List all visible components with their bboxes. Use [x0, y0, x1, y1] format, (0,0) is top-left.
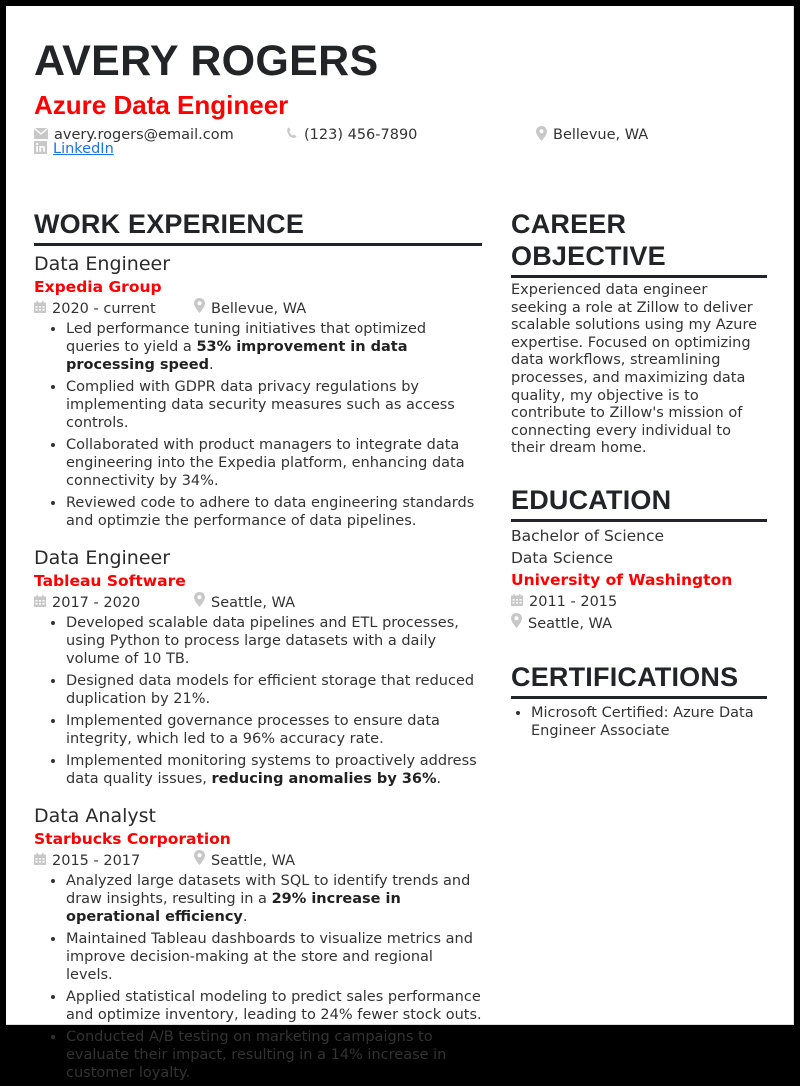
job-entry: Data Engineer Tableau Software 2017 - 20… — [34, 546, 482, 788]
calendar-icon — [511, 591, 523, 613]
right-column: CAREER OBJECTIVE Experienced data engine… — [511, 208, 767, 744]
map-pin-icon — [536, 125, 547, 145]
contact-row: avery.rogers@email.com (123) 456-7890 Be… — [33, 124, 774, 146]
education-field: Data Science — [511, 548, 614, 567]
linkedin-link[interactable]: LinkedIn — [53, 141, 114, 157]
linkedin-icon — [34, 140, 47, 158]
bullet-text-end: . — [208, 357, 214, 373]
bullet-item: Implemented monitoring systems to proact… — [66, 752, 482, 788]
job-title: Data Engineer — [34, 253, 171, 275]
job-title: Data Engineer — [34, 547, 171, 569]
section-title-education: EDUCATION — [511, 484, 672, 515]
bullet-item: Reviewed code to adhere to data engineer… — [66, 494, 482, 530]
contact-phone: (123) 456-7890 — [286, 127, 417, 144]
candidate-headline: Azure Data Engineer — [34, 90, 289, 120]
calendar-icon — [34, 850, 46, 872]
bullet-text: Developed scalable data pipelines and ET… — [66, 615, 459, 667]
bullet-item: Developed scalable data pipelines and ET… — [66, 614, 482, 668]
education-entry: Bachelor of Science Data Science Univers… — [511, 525, 767, 635]
job-location: Seattle, WA — [194, 592, 295, 614]
section-divider — [511, 695, 767, 699]
job-location: Bellevue, WA — [194, 298, 306, 320]
bullet-text: Reviewed code to adhere to data engineer… — [66, 495, 475, 529]
candidate-name: AVERY ROGERS — [34, 37, 379, 85]
bullet-item: Designed data models for efficient stora… — [66, 672, 482, 708]
bullet-text: Analyzed large datasets with SQL to iden… — [66, 873, 471, 907]
location-text: Bellevue, WA — [553, 127, 649, 143]
bullet-text: Maintained Tableau dashboards to visuali… — [66, 931, 473, 983]
job-location-text: Bellevue, WA — [211, 301, 307, 317]
bullet-text: Collaborated with product managers to in… — [66, 437, 465, 489]
calendar-icon — [34, 592, 46, 614]
map-pin-icon — [194, 298, 205, 320]
bullet-text-end: . — [436, 771, 442, 787]
bullet-text-end: . — [242, 909, 248, 925]
job-bullets: Developed scalable data pipelines and ET… — [34, 614, 482, 788]
section-title-certifications: CERTIFICATIONS — [511, 661, 739, 692]
bullet-item: Led performance tuning initiatives that … — [66, 320, 482, 374]
section-divider — [511, 275, 767, 278]
section-title-line: OBJECTIVE — [511, 241, 666, 271]
bullet-item: Complied with GDPR data privacy regulati… — [66, 378, 482, 432]
section-divider — [511, 518, 767, 522]
contact-location: Bellevue, WA — [536, 125, 649, 145]
job-location-text: Seattle, WA — [211, 853, 296, 869]
job-meta: 2017 - 2020 Seattle, WA — [34, 592, 482, 614]
certification-list: Microsoft Certified: Azure Data Engineer… — [511, 704, 767, 740]
section-title-career-objective: CAREER OBJECTIVE — [511, 208, 767, 272]
job-dates: 2015 - 2017 — [34, 850, 194, 872]
education-school: University of Washington — [511, 570, 733, 589]
education-dates: 2011 - 2015 — [511, 591, 767, 613]
job-location: Seattle, WA — [194, 850, 295, 872]
job-bullets: Analyzed large datasets with SQL to iden… — [34, 872, 482, 1082]
job-entry: Data Engineer Expedia Group 2020 - curre… — [34, 252, 482, 530]
job-dates-text: 2017 - 2020 — [52, 595, 141, 611]
section-title-line: CAREER — [511, 209, 627, 239]
job-meta: 2015 - 2017 Seattle, WA — [34, 850, 482, 872]
job-title: Data Analyst — [34, 805, 156, 827]
company-name: Tableau Software — [34, 572, 186, 590]
bullet-text: Designed data models for efficient stora… — [66, 673, 475, 707]
left-column: WORK EXPERIENCE Data Engineer Expedia Gr… — [34, 208, 482, 1086]
bullet-item: Applied statistical modeling to predict … — [66, 988, 482, 1024]
calendar-icon — [34, 298, 46, 320]
contact-linkedin: LinkedIn — [34, 140, 114, 158]
job-dates-text: 2015 - 2017 — [52, 853, 141, 869]
education-degree: Bachelor of Science — [511, 526, 665, 545]
bullet-item: Maintained Tableau dashboards to visuali… — [66, 930, 482, 984]
bullet-highlight: reducing anomalies by 36% — [211, 771, 437, 787]
map-pin-icon — [194, 592, 205, 614]
bullet-item: Analyzed large datasets with SQL to iden… — [66, 872, 482, 926]
bullet-item: Implemented governance processes to ensu… — [66, 712, 482, 748]
bullet-item: Conducted A/B testing on marketing campa… — [66, 1028, 482, 1082]
company-name: Starbucks Corporation — [34, 830, 231, 848]
job-dates-text: 2020 - current — [52, 301, 156, 317]
section-divider — [34, 243, 482, 246]
career-objective-text: Experienced data engineer seeking a role… — [511, 282, 758, 457]
job-dates: 2017 - 2020 — [34, 592, 194, 614]
bullet-item: Collaborated with product managers to in… — [66, 436, 482, 490]
job-bullets: Led performance tuning initiatives that … — [34, 320, 482, 530]
education-location-text: Seattle, WA — [528, 615, 613, 632]
education-location: Seattle, WA — [511, 612, 767, 635]
job-meta: 2020 - current Bellevue, WA — [34, 298, 482, 320]
job-entry: Data Analyst Starbucks Corporation 2015 … — [34, 804, 482, 1082]
bullet-text: Complied with GDPR data privacy regulati… — [66, 379, 455, 431]
phone-icon — [286, 127, 298, 144]
bullet-text: Implemented governance processes to ensu… — [66, 713, 440, 747]
map-pin-icon — [194, 850, 205, 872]
education-dates-text: 2011 - 2015 — [529, 593, 618, 610]
job-location-text: Seattle, WA — [211, 595, 296, 611]
bullet-text: Applied statistical modeling to predict … — [66, 989, 482, 1023]
certification-item: Microsoft Certified: Azure Data Engineer… — [531, 704, 767, 740]
map-pin-icon — [511, 612, 522, 635]
section-title-work-experience: WORK EXPERIENCE — [34, 209, 305, 239]
job-dates: 2020 - current — [34, 298, 194, 320]
resume-page: AVERY ROGERS Azure Data Engineer avery.r… — [6, 6, 794, 1081]
bullet-text: Conducted A/B testing on marketing campa… — [66, 1029, 447, 1081]
phone-text: (123) 456-7890 — [304, 127, 418, 143]
company-name: Expedia Group — [34, 278, 162, 296]
